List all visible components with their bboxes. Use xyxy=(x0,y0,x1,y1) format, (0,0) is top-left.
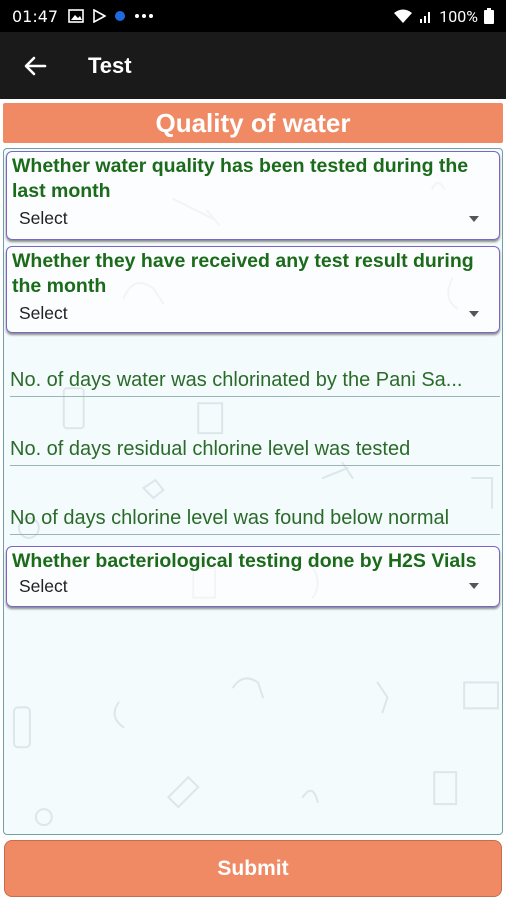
chevron-down-icon xyxy=(469,311,479,317)
signal-icon xyxy=(420,12,431,23)
arrow-left-icon xyxy=(24,56,47,75)
chevron-down-icon xyxy=(469,583,479,589)
water-tested-select-card[interactable]: Whether water quality has been tested du… xyxy=(6,151,500,240)
test-result-question: Whether they have received any test resu… xyxy=(12,250,474,297)
dropdown-value: Select xyxy=(19,576,68,596)
section-header: Quality of water xyxy=(3,103,503,143)
gallery-icon xyxy=(68,9,84,23)
back-button[interactable] xyxy=(0,32,70,99)
water-tested-dropdown[interactable]: Select xyxy=(7,204,499,232)
page-title: Test xyxy=(88,52,132,78)
h2s-vials-question: Whether bacteriological testing done by … xyxy=(12,550,477,572)
play-store-icon xyxy=(93,9,107,23)
test-result-dropdown[interactable]: Select xyxy=(7,299,499,327)
status-bar: 01:47 100% xyxy=(0,0,506,32)
h2s-vials-select-card[interactable]: Whether bacteriological testing done by … xyxy=(6,546,500,607)
notification-dot-icon xyxy=(115,11,126,21)
h2s-vials-dropdown[interactable]: Select xyxy=(7,574,499,602)
water-tested-question: Whether water quality has been tested du… xyxy=(12,155,469,202)
clock: 01:47 xyxy=(12,6,59,26)
days-residual-chlorine-input[interactable]: No. of days residual chlorine level was … xyxy=(10,426,500,466)
more-icon xyxy=(135,14,154,18)
days-chlorinated-placeholder: No. of days water was chlorinated by the… xyxy=(10,369,463,391)
days-chlorine-below-normal-input[interactable]: No of days chlorine level was found belo… xyxy=(10,495,500,535)
form-panel: Whether water quality has been tested du… xyxy=(3,148,503,835)
wifi-icon xyxy=(394,9,413,23)
days-chlorine-below-normal-placeholder: No of days chlorine level was found belo… xyxy=(10,507,450,529)
test-result-select-card[interactable]: Whether they have received any test resu… xyxy=(6,246,500,333)
battery-icon xyxy=(484,8,494,24)
battery-percent: 100% xyxy=(439,6,478,26)
chevron-down-icon xyxy=(469,216,479,222)
dropdown-value: Select xyxy=(19,208,68,228)
days-residual-chlorine-placeholder: No. of days residual chlorine level was … xyxy=(10,438,411,460)
form-screen: Quality of water Whether water quality h… xyxy=(0,99,506,900)
dropdown-value: Select xyxy=(19,303,68,323)
days-chlorinated-input[interactable]: No. of days water was chlorinated by the… xyxy=(10,357,500,397)
submit-button[interactable]: Submit xyxy=(4,840,502,897)
app-bar: Test xyxy=(0,32,506,99)
